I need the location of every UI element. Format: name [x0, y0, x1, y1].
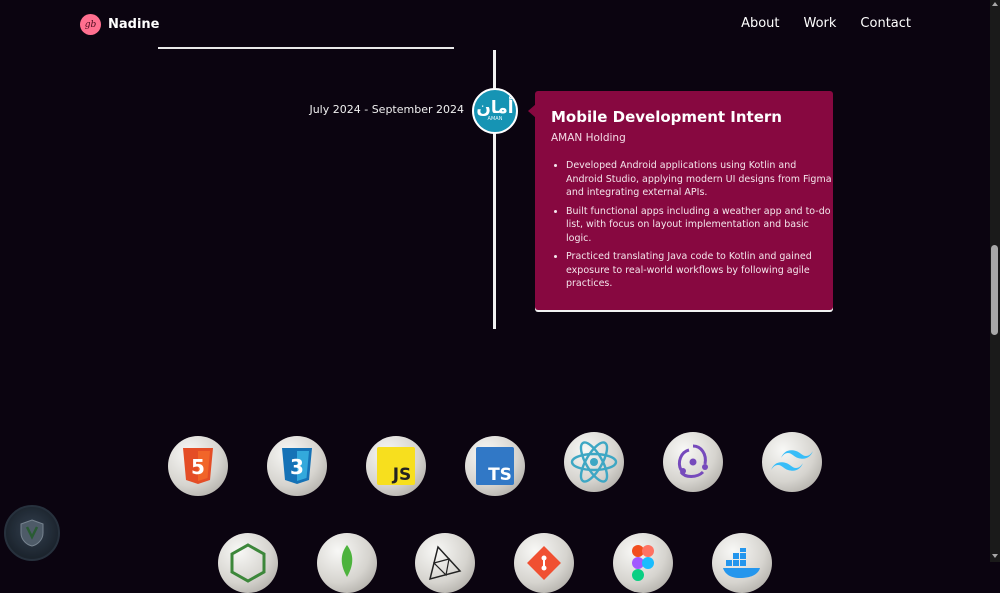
redux-icon[interactable]: [663, 432, 723, 492]
html5-icon[interactable]: 5: [168, 436, 228, 496]
aman-logo-icon: أمان AMAN: [472, 88, 518, 134]
css3-icon[interactable]: 3: [267, 436, 327, 496]
mongodb-icon[interactable]: [317, 533, 377, 593]
shield-badge-icon[interactable]: [4, 505, 60, 561]
experience-card: Mobile Development Intern AMAN Holding D…: [535, 91, 833, 310]
previous-card-edge: [158, 47, 454, 49]
javascript-icon[interactable]: JS: [366, 436, 426, 496]
html5-number: 5: [191, 455, 205, 479]
aman-logo-text: أمان: [476, 98, 514, 118]
ts-label: TS: [488, 465, 512, 485]
nav-link-contact[interactable]: Contact: [860, 16, 911, 31]
nav-menu: About Work Contact: [741, 16, 911, 31]
aman-logo-subtext: AMAN: [487, 116, 503, 122]
scroll-up-arrow-icon[interactable]: [992, 2, 998, 6]
nodejs-icon[interactable]: [218, 533, 278, 593]
brand-link[interactable]: gb Nadine: [80, 14, 160, 35]
scrollbar-thumb[interactable]: [991, 245, 998, 335]
list-item: Built functional apps including a weathe…: [566, 205, 836, 246]
figma-icon[interactable]: [613, 533, 673, 593]
experience-title: Mobile Development Intern: [551, 108, 782, 126]
typescript-icon[interactable]: TS: [465, 436, 525, 496]
css3-number: 3: [290, 455, 304, 479]
logo-icon: gb: [80, 14, 101, 35]
three-js-icon[interactable]: [415, 533, 475, 593]
nav-link-about[interactable]: About: [741, 16, 779, 31]
brand-name: Nadine: [108, 17, 160, 32]
navbar: gb Nadine About Work Contact: [0, 0, 990, 50]
nav-link-work[interactable]: Work: [804, 16, 837, 31]
js-label: JS: [392, 465, 412, 485]
list-item: Practiced translating Java code to Kotli…: [566, 250, 836, 291]
experience-bullets: Developed Android applications using Kot…: [551, 159, 836, 296]
experience-company: AMAN Holding: [551, 132, 626, 144]
git-icon[interactable]: [514, 533, 574, 593]
tailwind-icon[interactable]: [762, 432, 822, 492]
react-icon[interactable]: [564, 432, 624, 492]
timeline-date: July 2024 - September 2024: [309, 103, 464, 116]
list-item: Developed Android applications using Kot…: [566, 159, 836, 200]
docker-icon[interactable]: [712, 533, 772, 593]
scroll-down-arrow-icon[interactable]: [992, 554, 998, 558]
